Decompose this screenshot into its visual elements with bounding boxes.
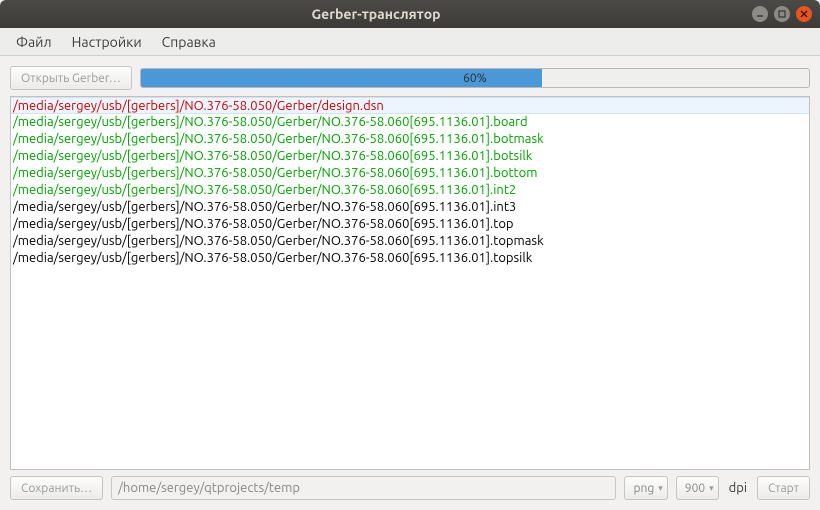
file-row[interactable]: /media/sergey/usb/[gerbers]/NO.376-58.05… bbox=[11, 114, 809, 131]
menu-help[interactable]: Справка bbox=[154, 30, 224, 54]
chevron-down-icon: ▾ bbox=[658, 483, 663, 494]
file-row[interactable]: /media/sergey/usb/[gerbers]/NO.376-58.05… bbox=[11, 131, 809, 148]
file-row[interactable]: /media/sergey/usb/[gerbers]/NO.376-58.05… bbox=[11, 97, 809, 114]
start-button[interactable]: Старт bbox=[757, 476, 810, 500]
dpi-select-value: 900 bbox=[685, 482, 705, 495]
menu-settings[interactable]: Настройки bbox=[64, 30, 150, 54]
minimize-icon[interactable] bbox=[752, 6, 768, 22]
bottom-row: Сохранить… /home/sergey/qtprojects/temp … bbox=[10, 476, 810, 500]
app-window: Gerber-транслятор Файл Настройки Справка… bbox=[0, 0, 820, 510]
file-row[interactable]: /media/sergey/usb/[gerbers]/NO.376-58.05… bbox=[11, 250, 809, 267]
file-row[interactable]: /media/sergey/usb/[gerbers]/NO.376-58.05… bbox=[11, 216, 809, 233]
file-row[interactable]: /media/sergey/usb/[gerbers]/NO.376-58.05… bbox=[11, 148, 809, 165]
save-button[interactable]: Сохранить… bbox=[10, 476, 103, 500]
dpi-select[interactable]: 900 ▾ bbox=[676, 476, 719, 500]
titlebar[interactable]: Gerber-транслятор bbox=[0, 0, 820, 28]
menu-file[interactable]: Файл bbox=[8, 30, 60, 54]
file-list[interactable]: /media/sergey/usb/[gerbers]/NO.376-58.05… bbox=[10, 96, 810, 470]
file-row[interactable]: /media/sergey/usb/[gerbers]/NO.376-58.05… bbox=[11, 182, 809, 199]
format-select-value: png bbox=[633, 482, 654, 495]
chevron-down-icon: ▾ bbox=[709, 483, 714, 494]
file-row[interactable]: /media/sergey/usb/[gerbers]/NO.376-58.05… bbox=[11, 233, 809, 250]
file-row[interactable]: /media/sergey/usb/[gerbers]/NO.376-58.05… bbox=[11, 165, 809, 182]
format-select[interactable]: png ▾ bbox=[624, 476, 667, 500]
output-path-field[interactable]: /home/sergey/qtprojects/temp bbox=[111, 476, 616, 500]
window-title: Gerber-транслятор bbox=[0, 6, 752, 22]
progress-text: 60% bbox=[141, 69, 809, 87]
maximize-icon[interactable] bbox=[774, 6, 790, 22]
open-gerber-button[interactable]: Открыть Gerber… bbox=[10, 66, 132, 90]
top-row: Открыть Gerber… 60% bbox=[10, 66, 810, 90]
content-area: Открыть Gerber… 60% /media/sergey/usb/[g… bbox=[0, 56, 820, 510]
progress-bar: 60% bbox=[140, 68, 810, 88]
dpi-label: dpi bbox=[727, 481, 749, 495]
menubar: Файл Настройки Справка bbox=[0, 28, 820, 56]
window-controls bbox=[752, 6, 820, 22]
close-icon[interactable] bbox=[796, 6, 812, 22]
file-row[interactable]: /media/sergey/usb/[gerbers]/NO.376-58.05… bbox=[11, 199, 809, 216]
